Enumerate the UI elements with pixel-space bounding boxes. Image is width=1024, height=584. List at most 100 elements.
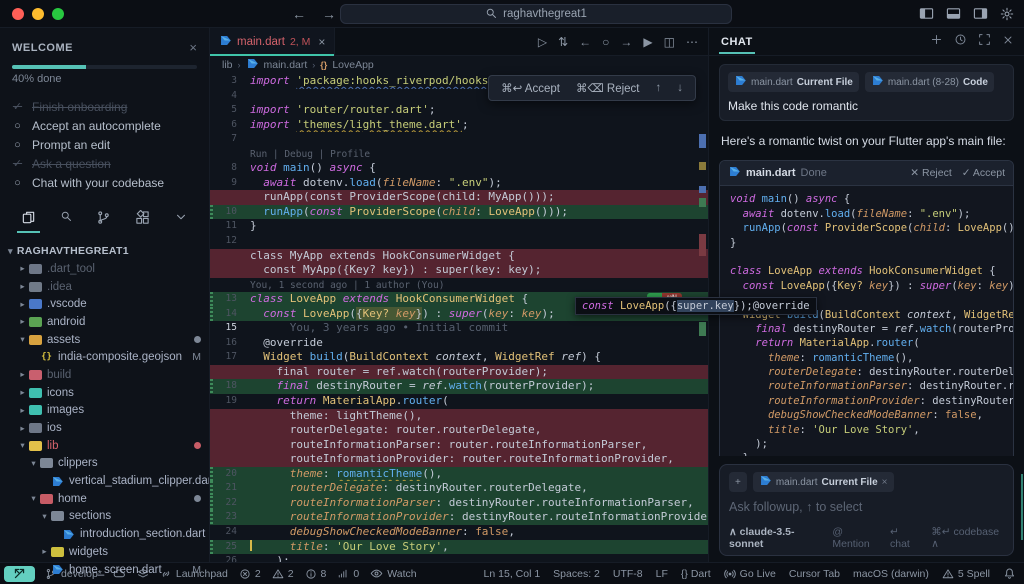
status-lf[interactable]: LF <box>656 568 668 580</box>
code-line[interactable]: 8void main() async { <box>210 161 708 176</box>
submit-codebase-button[interactable]: ⌘↵ codebase ∧ <box>931 526 1004 550</box>
split-editor-icon[interactable]: ◫ <box>664 35 675 49</box>
status-ln-15-col-1[interactable]: Ln 15, Col 1 <box>484 568 541 580</box>
status-macos-darwin-[interactable]: macOS (darwin) <box>853 568 929 580</box>
status-info[interactable]: 8 <box>305 568 327 580</box>
status-cursor-tab[interactable]: Cursor Tab <box>789 568 840 580</box>
folder-ios[interactable]: ▸ios <box>0 419 209 437</box>
folder--idea[interactable]: ▸.idea <box>0 278 209 296</box>
accept-all-button[interactable]: ⌘↩ Accept <box>501 81 560 95</box>
deleted-code-line[interactable]: routerDelegate: router.routerDelegate, <box>210 423 708 438</box>
code-line[interactable]: 7 <box>210 132 708 147</box>
folder--dart-tool[interactable]: ▸.dart_tool <box>0 260 209 278</box>
status-bell[interactable] <box>1003 567 1016 580</box>
reject-code-button[interactable]: ✕ Reject <box>910 167 951 179</box>
file-india-composite-geojson[interactable]: {}india-composite.geojsonM <box>0 348 209 366</box>
folder-widgets[interactable]: ▸widgets <box>0 543 209 561</box>
next-diff-arrow-icon[interactable]: ↓ <box>677 82 683 94</box>
status-eye[interactable]: Watch <box>370 567 416 580</box>
chat-history[interactable]: main.dartCurrent Filemain.dart (8-28)Cod… <box>709 56 1024 456</box>
chat-scrollbar[interactable] <box>1021 474 1023 540</box>
folder-sections[interactable]: ▾sections <box>0 508 209 526</box>
blame-row[interactable]: You, 1 second ago | 1 author (You) <box>210 278 708 293</box>
deleted-code-line[interactable]: final router = ref.watch(routerProvider)… <box>210 365 708 380</box>
code-line[interactable]: 26 ); <box>210 554 708 562</box>
code-line[interactable]: 16 @override <box>210 336 708 351</box>
command-search-input[interactable]: raghavthegreat1 <box>340 4 732 24</box>
status-broadcast[interactable]: Go Live <box>724 568 776 580</box>
status-utf-8[interactable]: UTF-8 <box>613 568 643 580</box>
chat-input[interactable]: + main.dart Current File × Ask followup,… <box>719 464 1014 556</box>
tab-main-dart[interactable]: main.dart 2, M × <box>210 28 335 55</box>
deleted-code-line[interactable]: routeInformationProvider: router.routeIn… <box>210 452 708 467</box>
run-menu-icon[interactable]: ▷ <box>538 35 547 49</box>
folder--vscode[interactable]: ▸.vscode <box>0 295 209 313</box>
model-selector[interactable]: ∧ claude-3.5-sonnet <box>729 526 822 550</box>
toggle-bottom-panel-icon[interactable] <box>946 6 961 21</box>
overview-ruler[interactable] <box>699 74 706 562</box>
code-line[interactable]: 9 await dotenv.load(fileName: ".env"); <box>210 176 708 191</box>
prev-diff-arrow-icon[interactable]: ↑ <box>656 82 662 94</box>
remove-chip-icon[interactable]: × <box>882 477 888 488</box>
explorer-root[interactable]: ▾ RAGHAVTHEGREAT1 <box>0 239 209 260</box>
code-line[interactable]: 11} <box>210 219 708 234</box>
change-dot-icon[interactable]: ○ <box>602 35 609 49</box>
code-area[interactable]: 3import 'package:hooks_riverpod/hooks_ri… <box>210 74 708 562</box>
compare-changes-icon[interactable]: ⇅ <box>558 35 568 49</box>
chevron-down-icon[interactable] <box>174 210 188 233</box>
tab-chat[interactable]: CHAT <box>719 30 755 54</box>
breadcrumb[interactable]: lib › main.dart › {} LoveApp <box>210 56 708 74</box>
code-line[interactable]: 17 Widget build(BuildContext context, Wi… <box>210 350 708 365</box>
next-change-icon[interactable]: → <box>620 35 632 49</box>
folder-home[interactable]: ▾home <box>0 490 209 508</box>
added-code-line[interactable]: 22 routeInformationParser: destinyRouter… <box>210 496 708 511</box>
toggle-right-panel-icon[interactable] <box>973 6 988 21</box>
added-code-line[interactable]: 18 final destinyRouter = ref.watch(route… <box>210 379 708 394</box>
onboarding-item[interactable]: ○Chat with your codebase <box>12 173 197 192</box>
close-chat-icon[interactable] <box>1002 33 1014 51</box>
nav-forward-button[interactable]: → <box>322 6 336 22</box>
deleted-code-line[interactable]: runApp(const ProviderScope(child: MyApp(… <box>210 190 708 205</box>
run-file-icon[interactable]: ▶ <box>643 35 652 49</box>
minimize-window-button[interactable] <box>32 8 44 20</box>
search-icon[interactable] <box>60 210 72 233</box>
folder-android[interactable]: ▸android <box>0 313 209 331</box>
nav-back-button[interactable]: ← <box>292 6 306 22</box>
context-chip[interactable]: main.dartCurrent File <box>728 72 859 92</box>
add-context-button[interactable]: + <box>729 472 747 492</box>
close-tab-icon[interactable]: × <box>318 35 325 49</box>
code-line[interactable]: 5import 'router/router.dart'; <box>210 103 708 118</box>
close-window-button[interactable] <box>12 8 24 20</box>
more-actions-icon[interactable]: ⋯ <box>686 35 698 49</box>
submit-chat-button[interactable]: ↵ chat <box>890 526 919 550</box>
new-chat-icon[interactable] <box>930 33 943 51</box>
accept-code-button[interactable]: ✓ Accept <box>962 167 1005 179</box>
context-chip[interactable]: main.dart Current File × <box>753 472 894 492</box>
file-vertical-stadium-clipper-dart[interactable]: vertical_stadium_clipper.dart <box>0 472 209 490</box>
files-icon[interactable] <box>21 210 36 233</box>
mention-button[interactable]: @ Mention <box>832 526 880 550</box>
deleted-code-line[interactable]: theme: lightTheme(), <box>210 409 708 424</box>
status-warn[interactable]: 2 <box>272 568 294 580</box>
chat-history-icon[interactable] <box>954 33 967 51</box>
added-code-line[interactable]: 10 runApp(const ProviderScope(child: Lov… <box>210 205 708 220</box>
folder-assets[interactable]: ▾assets <box>0 331 209 349</box>
onboarding-item[interactable]: ✓Ask a question <box>12 154 197 173</box>
folder-icons[interactable]: ▸icons <box>0 384 209 402</box>
onboarding-item[interactable]: ✓Finish onboarding <box>12 97 197 116</box>
deleted-code-line[interactable]: const MyApp({Key? key}) : super(key: key… <box>210 263 708 278</box>
prev-change-icon[interactable]: ← <box>579 35 591 49</box>
reject-all-button[interactable]: ⌘⌫ Reject <box>576 81 640 95</box>
welcome-close-icon[interactable]: × <box>189 40 197 55</box>
folder-images[interactable]: ▸images <box>0 402 209 420</box>
file-home-screen-dart[interactable]: home_screen.dartM <box>0 561 209 579</box>
source-control-icon[interactable] <box>96 210 111 233</box>
file-introduction-section-dart[interactable]: introduction_section.dart <box>0 525 209 543</box>
status-antenna[interactable]: 0 <box>337 568 359 580</box>
status-warn[interactable]: 5 Spell <box>942 568 990 580</box>
code-line[interactable]: 24 debugShowCheckedModeBanner: false, <box>210 525 708 540</box>
code-line[interactable]: 12 <box>210 234 708 249</box>
added-code-line[interactable]: 21 routerDelegate: destinyRouter.routerD… <box>210 481 708 496</box>
code-line[interactable]: 19 return MaterialApp.router( <box>210 394 708 409</box>
added-code-line[interactable]: 20 theme: romanticTheme(), <box>210 467 708 482</box>
